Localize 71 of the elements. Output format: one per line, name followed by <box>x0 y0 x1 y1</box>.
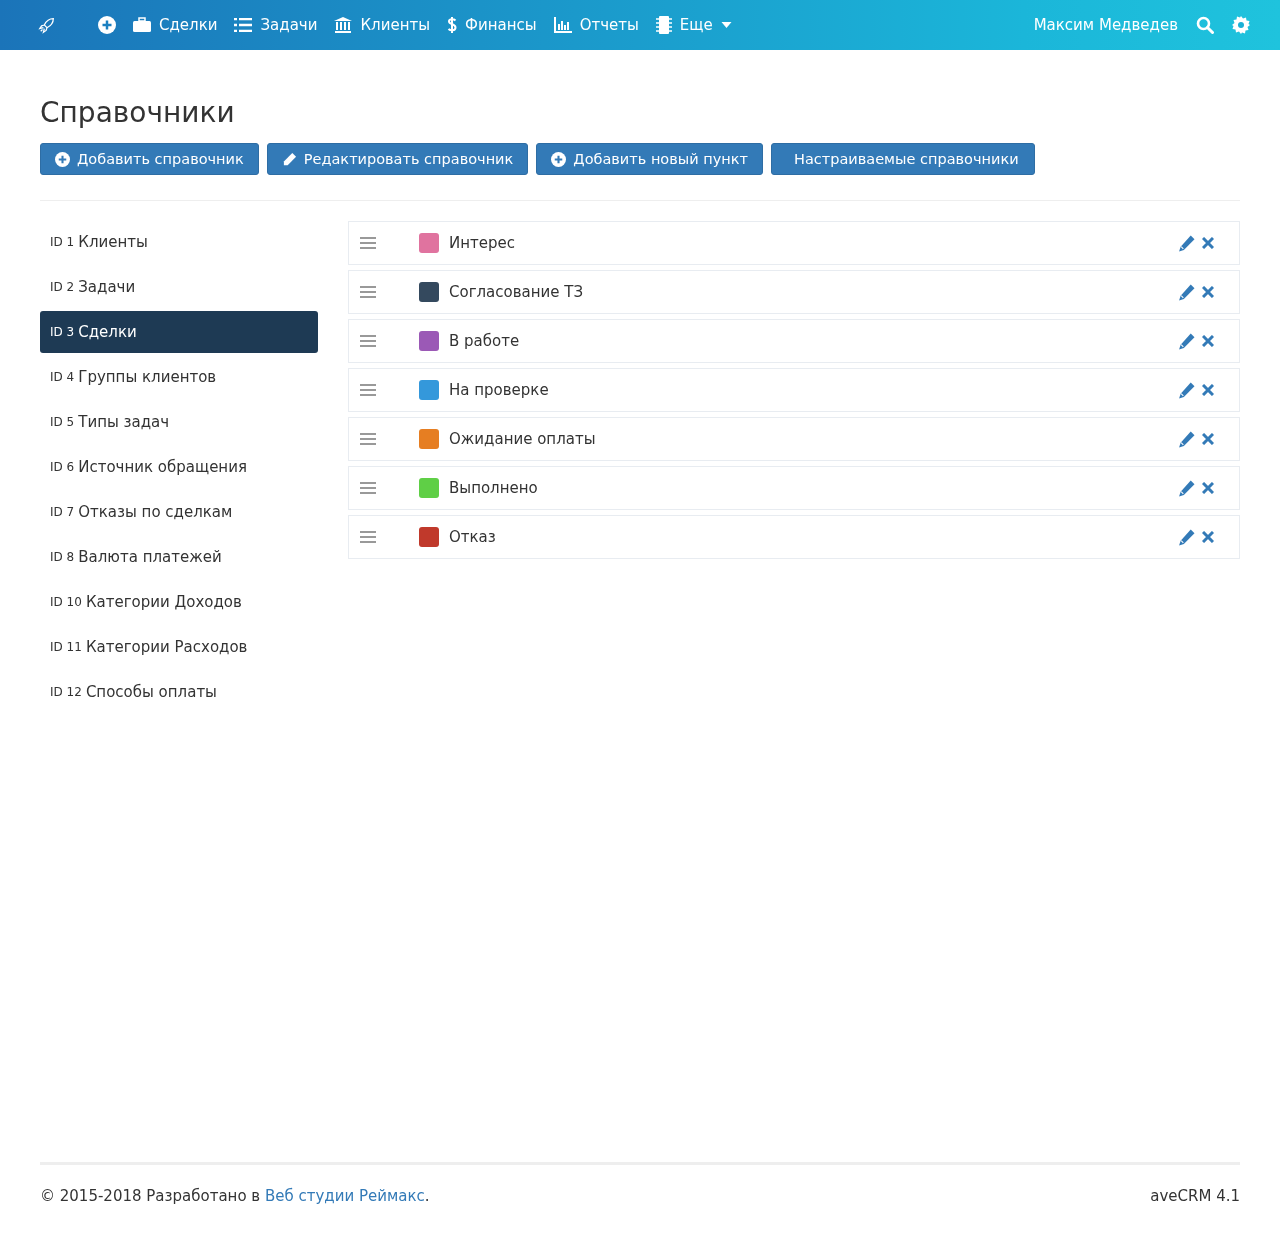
toolbar-button[interactable]: Добавить справочник <box>40 143 259 175</box>
sidebar-item[interactable]: ID 2 Задачи <box>40 266 318 308</box>
plus-circle-icon <box>551 151 567 167</box>
pencil-icon[interactable] <box>1178 283 1195 301</box>
entry-name: В работе <box>449 332 521 350</box>
sidebar-item[interactable]: ID 6 Источник обращения <box>40 446 318 488</box>
nav-link[interactable]: Сделки <box>133 16 218 34</box>
close-icon[interactable] <box>1202 482 1214 494</box>
pencil-icon[interactable] <box>1178 234 1195 252</box>
entry-name: Интерес <box>449 234 516 252</box>
sidebar-item[interactable]: ID 8 Валюта платежей <box>40 536 318 578</box>
drag-handle-icon[interactable] <box>360 482 376 494</box>
list-icon <box>234 18 253 32</box>
drag-handle-icon[interactable] <box>360 531 376 543</box>
version-text: aveCRM 4.1 <box>1150 1187 1240 1205</box>
sidebar-item[interactable]: ID 1 Клиенты <box>40 221 318 263</box>
toolbar-button[interactable]: Настраиваемые справочники <box>771 143 1035 175</box>
close-icon[interactable] <box>1202 433 1214 445</box>
nav-link[interactable]: Клиенты <box>334 16 431 34</box>
pencil-icon[interactable] <box>1178 528 1195 546</box>
pencil-icon <box>281 151 297 167</box>
dollar-icon <box>447 16 458 34</box>
bar-chart-icon <box>553 17 572 33</box>
close-icon[interactable] <box>1202 286 1214 298</box>
caret-icon <box>720 22 732 28</box>
drag-handle-icon[interactable] <box>360 433 376 445</box>
sidebar-item[interactable]: ID 4 Группы клиентов <box>40 356 318 398</box>
entry-name: Отказ <box>449 528 497 546</box>
list-row[interactable]: Согласование ТЗ <box>348 270 1240 314</box>
close-icon[interactable] <box>1202 335 1214 347</box>
pencil-icon[interactable] <box>1178 381 1195 399</box>
nav-link[interactable]: Задачи <box>234 16 318 34</box>
list-row[interactable]: Выполнено <box>348 466 1240 510</box>
pencil-icon[interactable] <box>1178 479 1195 497</box>
pencil-icon[interactable] <box>1178 332 1195 350</box>
list-row[interactable]: Интерес <box>348 221 1240 265</box>
add-button[interactable] <box>98 16 116 34</box>
toolbar-button[interactable]: Добавить новый пункт <box>536 143 764 175</box>
studio-link[interactable]: Веб студии Реймакс <box>264 1187 425 1205</box>
close-icon[interactable] <box>1202 384 1214 396</box>
copyright-text: © 2015-2018 Разработано в Веб студии Реймакс. <box>40 1187 430 1205</box>
close-icon[interactable] <box>1202 531 1214 543</box>
plus-circle-icon <box>98 16 116 34</box>
plus-circle-icon <box>55 151 70 167</box>
sidebar-item[interactable]: ID 3 Сделки <box>40 311 318 353</box>
rocket-icon[interactable] <box>38 16 56 34</box>
settings-icon[interactable] <box>1232 16 1250 34</box>
sidebar-item[interactable]: ID 5 Типы задач <box>40 401 318 443</box>
sidebar-item[interactable]: ID 10 Категории Доходов <box>40 581 318 623</box>
sidebar-item[interactable]: ID 11 Категории Расходов <box>40 626 318 668</box>
sidebar-item[interactable]: ID 12 Способы оплаты <box>40 671 318 713</box>
entry-name: Ожидание оплаты <box>449 430 597 448</box>
drag-handle-icon[interactable] <box>360 237 376 249</box>
drag-handle-icon[interactable] <box>360 335 376 347</box>
drag-handle-icon[interactable] <box>360 384 376 396</box>
list-row[interactable]: Отказ <box>348 515 1240 559</box>
entry-name: Согласование ТЗ <box>449 283 585 301</box>
entry-name: Выполнено <box>449 479 539 497</box>
pencil-icon[interactable] <box>1178 430 1195 448</box>
briefcase-icon <box>133 17 151 33</box>
drag-handle-icon[interactable] <box>360 286 376 298</box>
list-row[interactable]: На проверке <box>348 368 1240 412</box>
list-row[interactable]: В работе <box>348 319 1240 363</box>
chip-icon <box>655 16 672 34</box>
toolbar-button[interactable]: Редактировать справочник <box>266 143 529 175</box>
page-title: Справочники <box>40 96 236 129</box>
close-icon[interactable] <box>1202 237 1214 249</box>
sidebar-item[interactable]: ID 7 Отказы по сделкам <box>40 491 318 533</box>
bank-icon <box>334 17 353 33</box>
list-row[interactable]: Ожидание оплаты <box>348 417 1240 461</box>
entry-name: На проверке <box>449 381 550 399</box>
